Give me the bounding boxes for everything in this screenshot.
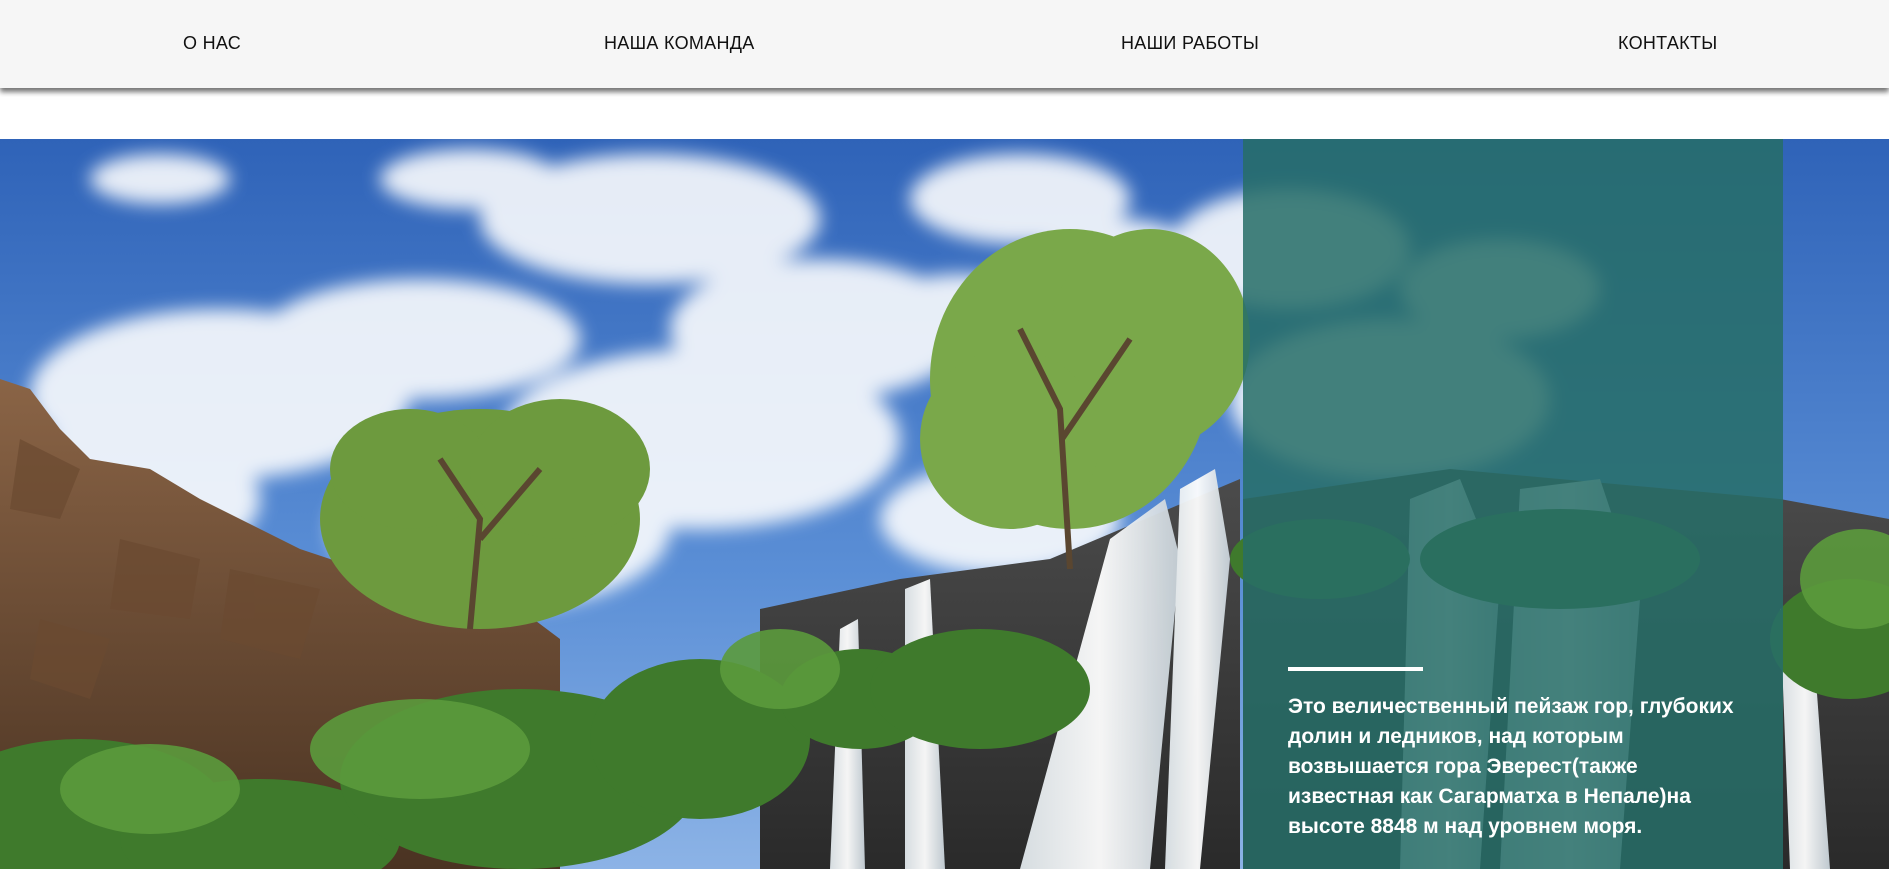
hero-description: Это величественный пейзаж гор, глубоких … [1288, 695, 1734, 838]
nav-link-about[interactable]: О НАС [183, 33, 241, 54]
hero-banner: Это величественный пейзаж гор, глубоких … [0, 139, 1889, 869]
nav-link-team[interactable]: НАША КОМАНДА [604, 33, 755, 54]
top-navigation: О НАС НАША КОМАНДА НАШИ РАБОТЫ КОНТАКТЫ [0, 0, 1889, 88]
info-divider [1288, 667, 1423, 671]
nav-link-contacts[interactable]: КОНТАКТЫ [1618, 33, 1718, 54]
nav-link-works[interactable]: НАШИ РАБОТЫ [1121, 33, 1259, 54]
hero-info-panel: Это величественный пейзаж гор, глубоких … [1243, 139, 1783, 869]
